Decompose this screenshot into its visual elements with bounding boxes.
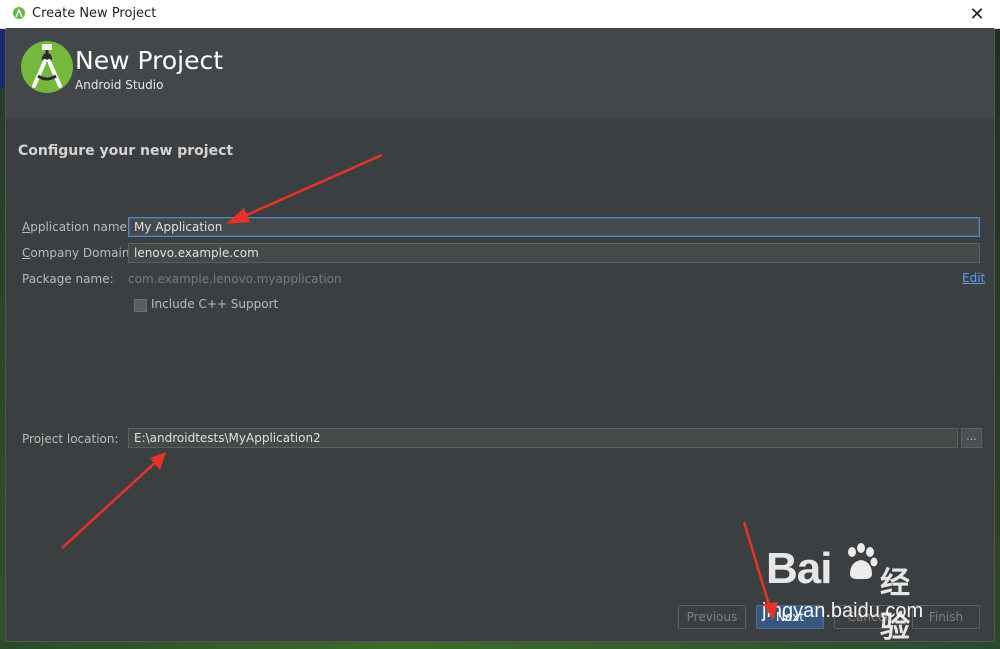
company-domain-label: Company Domain: — [22, 246, 134, 260]
header-subtitle: Android Studio — [75, 78, 164, 92]
project-location-input[interactable] — [128, 428, 958, 448]
android-studio-logo-icon — [21, 41, 73, 93]
include-cpp-label[interactable]: Include C++ Support — [151, 297, 278, 311]
browse-location-button[interactable]: ... — [961, 428, 982, 448]
company-domain-input[interactable] — [128, 243, 980, 263]
package-name-value: com.example.lenovo.myapplication — [128, 272, 342, 286]
application-name-label: Application name: — [22, 220, 131, 234]
company-domain-label-text: ompany Domain: — [30, 246, 134, 260]
project-location-label: Project location: — [22, 432, 119, 446]
application-name-label-text: pplication name: — [30, 220, 131, 234]
desktop-background-right — [994, 28, 1000, 649]
android-studio-icon — [13, 7, 25, 19]
application-name-input[interactable] — [128, 217, 980, 237]
application-name-mnemonic: A — [22, 220, 31, 234]
page-title: Configure your new project — [18, 143, 234, 159]
watermark-brand: Bai — [766, 544, 832, 593]
baidu-paw-icon — [848, 543, 878, 580]
desktop-background-bottom — [0, 641, 1000, 649]
window-title: Create New Project — [32, 6, 157, 21]
watermark-url: jingyan.baidu.com — [762, 600, 924, 622]
title-bar: Create New Project ✕ — [0, 0, 1000, 29]
include-cpp-checkbox[interactable] — [134, 299, 147, 312]
edit-package-link[interactable]: Edit — [962, 271, 985, 285]
wizard-header: New Project Android Studio — [6, 28, 994, 118]
previous-button[interactable]: Previous — [678, 605, 746, 629]
header-title: New Project — [75, 46, 224, 75]
close-icon: ✕ — [969, 3, 985, 25]
package-name-label: Package name: — [22, 272, 114, 286]
close-button[interactable]: ✕ — [954, 0, 1000, 28]
